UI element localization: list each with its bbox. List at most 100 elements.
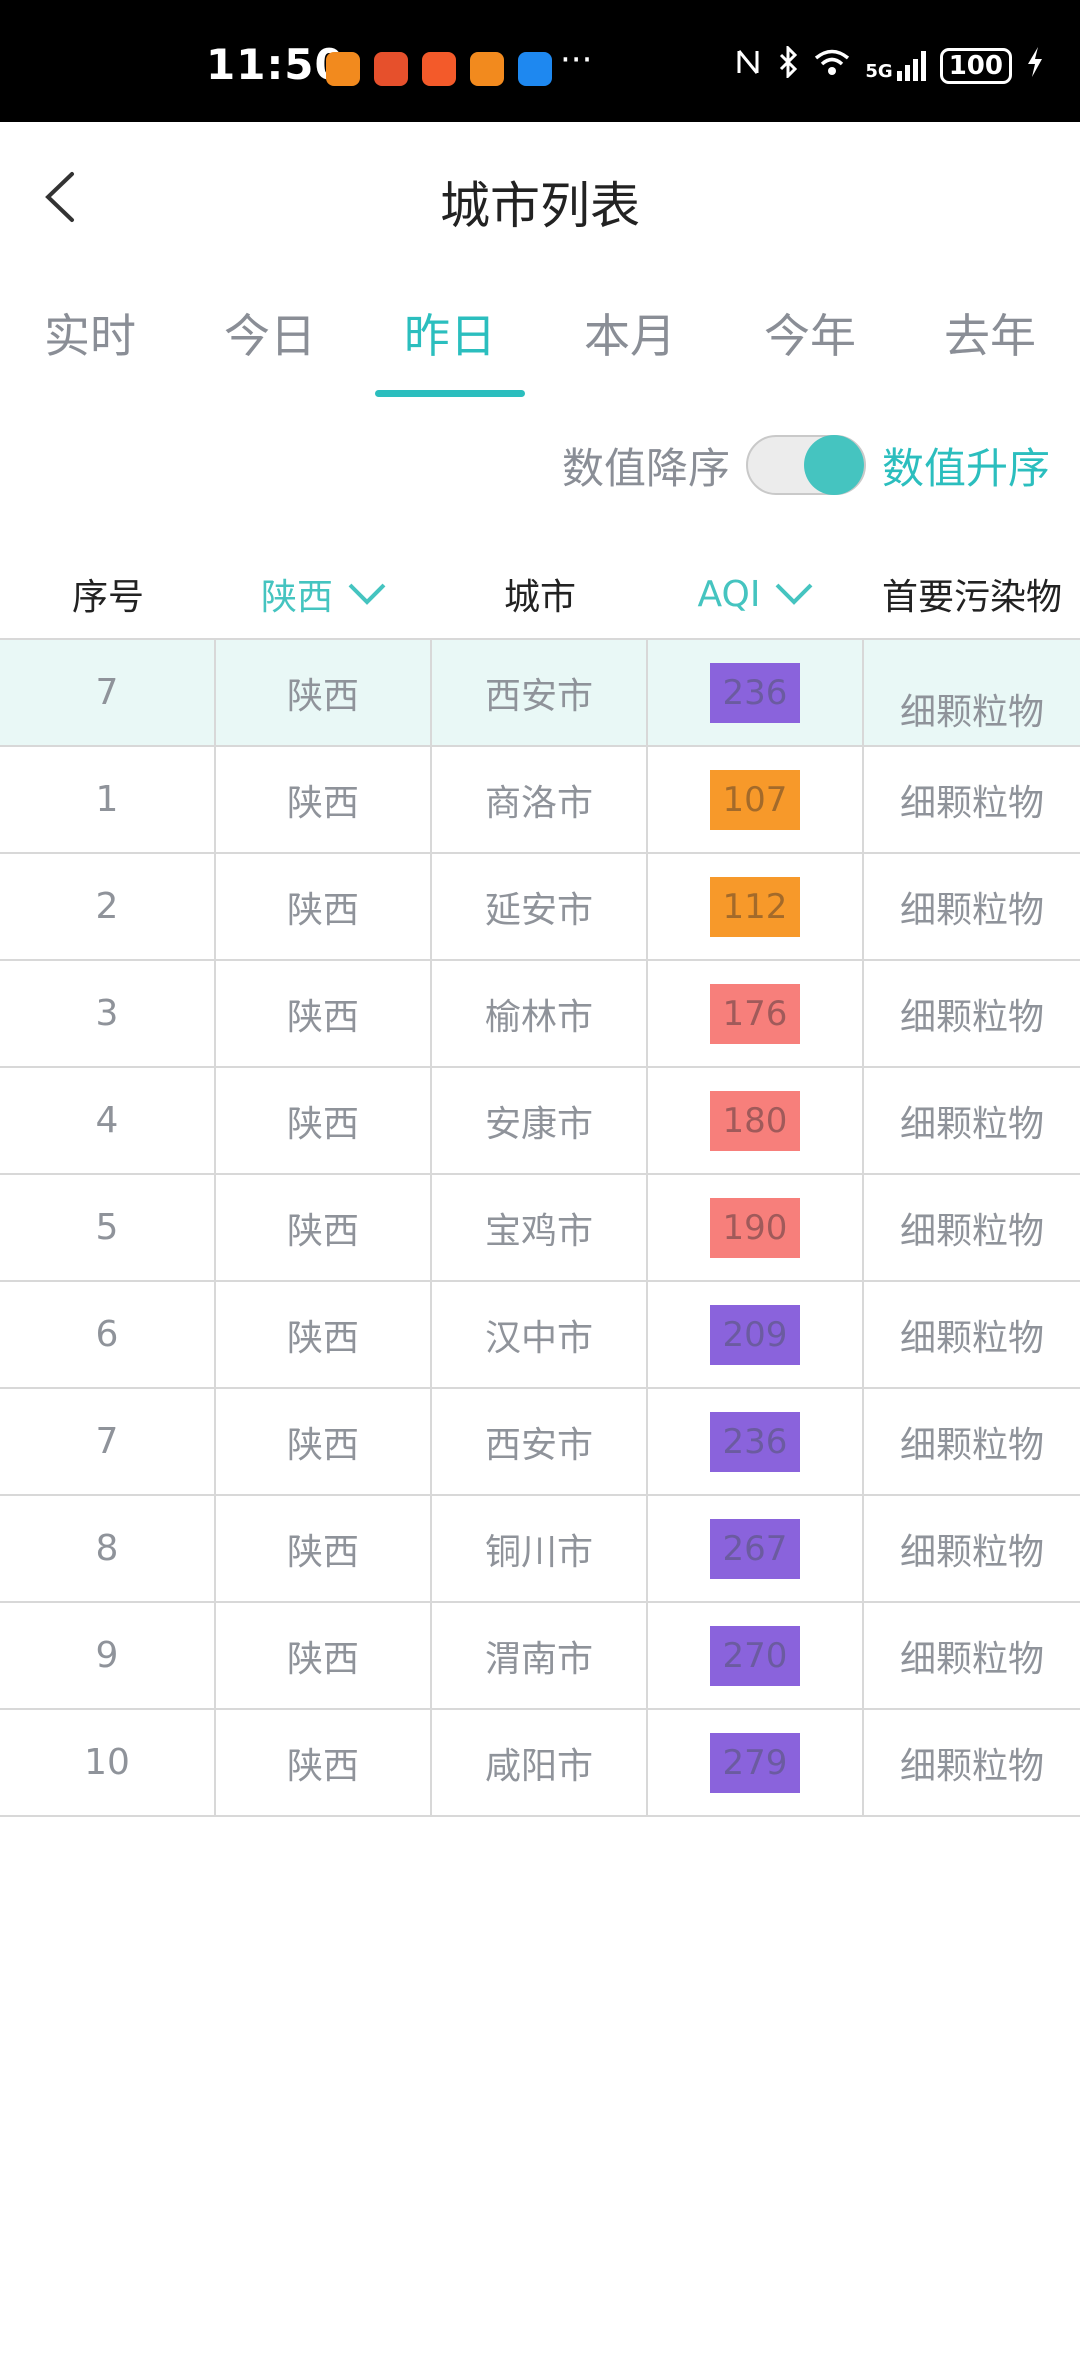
taobao-icon (326, 52, 360, 86)
cell-index: 8 (0, 1496, 216, 1601)
province-filter-dropdown[interactable]: 陕西 (216, 568, 432, 620)
tab-1[interactable]: 今日 (180, 290, 360, 400)
more-notifications-icon: ··· (560, 40, 593, 80)
cell-aqi: 236 (648, 640, 864, 745)
tab-0[interactable]: 实时 (0, 290, 180, 400)
cell-city: 汉中市 (432, 1282, 648, 1387)
cell-pollutant: 细颗粒物 (899, 1531, 1044, 1573)
sort-ascending-label[interactable]: 数值升序 (882, 435, 1050, 496)
notification-icons (326, 52, 552, 86)
page-title: 城市列表 (440, 177, 640, 235)
cell-province: 陕西 (216, 640, 432, 745)
battery-icon: 100 (939, 47, 1012, 84)
table-row[interactable]: 7 陕西 西安市 236 细颗粒物 (0, 1389, 1080, 1496)
aqi-badge: 236 (710, 662, 800, 723)
cell-city: 延安市 (432, 854, 648, 959)
aqi-badge: 176 (710, 983, 800, 1044)
cell-pollutant: 细颗粒物 (899, 1103, 1044, 1145)
cell-aqi: 236 (648, 1389, 864, 1494)
cell-aqi: 112 (648, 854, 864, 959)
table-row[interactable]: 4 陕西 安康市 180 细颗粒物 (0, 1068, 1080, 1175)
cell-province: 陕西 (216, 1603, 432, 1708)
weibo-icon (374, 52, 408, 86)
tab-3[interactable]: 本月 (540, 290, 720, 400)
cell-index: 3 (0, 961, 216, 1066)
cell-aqi: 107 (648, 747, 864, 852)
table-row[interactable]: 3 陕西 榆林市 176 细颗粒物 (0, 961, 1080, 1068)
sort-control: 数值降序 数值升序 (562, 430, 1050, 500)
cell-index: 4 (0, 1068, 216, 1173)
tab-2[interactable]: 昨日 (360, 290, 540, 400)
sort-descending-label[interactable]: 数值降序 (562, 435, 730, 496)
cell-pollutant: 细颗粒物 (899, 1638, 1044, 1680)
cell-city: 西安市 (432, 1389, 648, 1494)
aqi-badge: 270 (710, 1625, 800, 1686)
province-filter-label: 陕西 (260, 577, 333, 618)
cell-index: 7 (0, 1389, 216, 1494)
cell-pollutant: 细颗粒物 (899, 889, 1044, 931)
column-header-pollutant: 首要污染物 (881, 577, 1062, 618)
toggle-knob (803, 435, 864, 495)
table-header: 序号 陕西 城市 AQI 首要污染物 (0, 548, 1080, 640)
charging-icon (1026, 46, 1044, 85)
cell-province: 陕西 (216, 1710, 432, 1815)
cell-pollutant: 细颗粒物 (899, 1424, 1044, 1466)
table-row[interactable]: 10 陕西 咸阳市 279 细颗粒物 (0, 1710, 1080, 1817)
cell-index: 9 (0, 1603, 216, 1708)
column-header-index: 序号 (71, 577, 144, 618)
cell-index: 6 (0, 1282, 216, 1387)
cell-city: 西安市 (432, 640, 648, 745)
tab-5[interactable]: 去年 (900, 290, 1080, 400)
cell-province: 陕西 (216, 1282, 432, 1387)
aqi-badge: 236 (710, 1411, 800, 1472)
network-type: 5G (865, 60, 893, 82)
table-row[interactable]: 8 陕西 铜川市 267 细颗粒物 (0, 1496, 1080, 1603)
aqi-header-label: AQI (697, 573, 761, 615)
table-row[interactable]: 9 陕西 渭南市 270 细颗粒物 (0, 1603, 1080, 1710)
aqi-badge: 279 (710, 1732, 800, 1793)
table-row[interactable]: 6 陕西 汉中市 209 细颗粒物 (0, 1282, 1080, 1389)
battery-level: 100 (948, 50, 1003, 81)
message-icon (518, 52, 552, 86)
header: 城市列表 (0, 122, 1080, 272)
cell-province: 陕西 (216, 961, 432, 1066)
aqi-badge: 190 (710, 1197, 800, 1258)
cell-city: 宝鸡市 (432, 1175, 648, 1280)
wifi-icon (813, 47, 851, 84)
cell-pollutant: 细颗粒物 (899, 1317, 1044, 1359)
table-row[interactable]: 2 陕西 延安市 112 细颗粒物 (0, 854, 1080, 961)
cell-aqi: 279 (648, 1710, 864, 1815)
cell-aqi: 267 (648, 1496, 864, 1601)
sort-order-toggle[interactable] (745, 435, 866, 495)
aqi-badge: 180 (710, 1090, 800, 1151)
cell-aqi: 209 (648, 1282, 864, 1387)
cell-pollutant: 细颗粒物 (899, 996, 1044, 1038)
cell-aqi: 176 (648, 961, 864, 1066)
city-table: 7 陕西 西安市 236 细颗粒物 1 陕西 商洛市 107 细颗粒物 2 陕西 延安市 112 细颗粒物 3… (0, 638, 1080, 1817)
cell-index: 5 (0, 1175, 216, 1280)
system-indicators: 5G 100 (733, 44, 1044, 85)
cell-index: 2 (0, 854, 216, 959)
cell-index: 1 (0, 747, 216, 852)
cell-pollutant: 细颗粒物 (899, 692, 1044, 733)
cell-province: 陕西 (216, 747, 432, 852)
cell-pollutant: 细颗粒物 (899, 1745, 1044, 1787)
cell-province: 陕西 (216, 1389, 432, 1494)
aqi-badge: 267 (710, 1518, 800, 1579)
status-bar: 11:50 ··· 5G 100 (0, 0, 1080, 122)
status-time: 11:50 (206, 40, 345, 89)
highlighted-table-row[interactable]: 7 陕西 西安市 236 细颗粒物 (0, 640, 1080, 747)
tab-4[interactable]: 今年 (720, 290, 900, 400)
bluetooth-icon (777, 44, 799, 85)
cell-province: 陕西 (216, 854, 432, 959)
chevron-down-icon (776, 583, 813, 605)
cell-index: 7 (0, 640, 216, 745)
table-row[interactable]: 5 陕西 宝鸡市 190 细颗粒物 (0, 1175, 1080, 1282)
cell-province: 陕西 (216, 1068, 432, 1173)
aqi-sort-dropdown[interactable]: AQI (648, 574, 864, 615)
aqi-badge: 112 (710, 876, 800, 937)
cell-province: 陕西 (216, 1175, 432, 1280)
column-header-city: 城市 (503, 577, 576, 618)
cell-pollutant: 细颗粒物 (899, 1210, 1044, 1252)
table-row[interactable]: 1 陕西 商洛市 107 细颗粒物 (0, 747, 1080, 854)
